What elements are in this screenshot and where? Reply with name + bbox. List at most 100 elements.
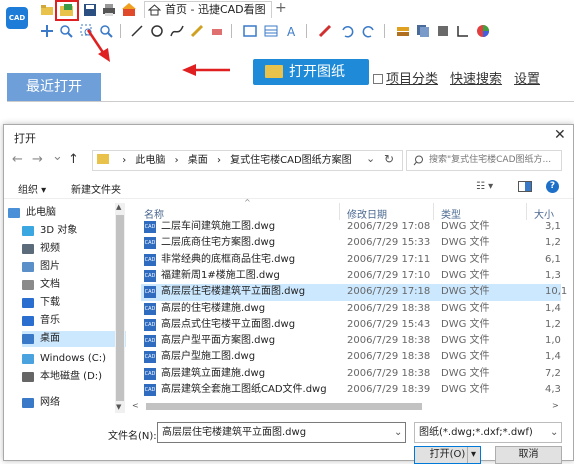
open-drawing-label: 打开图纸 — [289, 64, 345, 80]
pencil-icon[interactable] — [190, 24, 204, 38]
open-button[interactable]: 打开(O) ▾ — [414, 446, 481, 464]
file-row[interactable]: CAD 高层户型平面方案图.dwg 2006/7/29 18:38 DWG 文件 1,0 — [141, 333, 561, 350]
print-icon[interactable] — [102, 3, 116, 17]
nav-item-label: 文档 — [40, 279, 60, 290]
organize-button[interactable]: 组织 ▾ — [18, 181, 46, 196]
recent-locations-icon[interactable]: ⌄ — [52, 149, 63, 164]
text-icon[interactable]: A — [285, 24, 299, 38]
filename-dropdown-icon[interactable]: ⌄ — [394, 423, 402, 442]
circle-icon[interactable] — [150, 24, 164, 38]
nav-item[interactable]: Windows (C:) — [22, 351, 126, 367]
line-icon[interactable] — [130, 24, 144, 38]
scroll-up-icon[interactable]: ▲ — [116, 203, 121, 211]
quick-search-link[interactable]: 快速搜索 — [450, 68, 502, 87]
color-wheel-icon[interactable] — [476, 24, 490, 38]
cube-icon — [22, 226, 34, 236]
file-row[interactable]: CAD 二层车间建筑施工图.dwg 2006/7/29 17:08 DWG 文件 3,1 — [141, 219, 561, 236]
folder-open-icon[interactable] — [40, 3, 54, 17]
save-icon[interactable] — [83, 3, 97, 17]
breadcrumb-desktop[interactable]: 桌面 — [188, 155, 208, 166]
file-row[interactable]: CAD 非常经典的底框商品住宅.dwg 2006/7/29 17:11 DWG 文件 6… — [141, 252, 561, 269]
scroll-left-icon[interactable]: < — [132, 401, 139, 410]
polyline-icon[interactable] — [170, 24, 184, 38]
nav-scrollbar-thumb[interactable] — [116, 215, 124, 401]
cad-file-icon: CAD — [144, 351, 156, 364]
file-row[interactable]: CAD 高层建筑立面建施.dwg 2006/7/29 18:38 DWG 文件 7,2 — [141, 366, 561, 383]
project-category-checkbox[interactable]: 项目分类 — [373, 68, 438, 87]
forward-arrow-icon[interactable]: → — [32, 152, 43, 167]
file-row[interactable]: CAD 高层的住宅楼建施.dwg 2006/7/29 18:38 DWG 文件 1,4 — [141, 301, 561, 318]
block-icon[interactable] — [436, 24, 450, 38]
close-icon[interactable]: ✕ — [554, 127, 566, 143]
filename-input[interactable]: 高层层住宅楼建筑平立面图.dwg ⌄ — [157, 422, 406, 443]
open-drawing-button[interactable]: 打开图纸 — [253, 59, 369, 85]
up-arrow-icon[interactable]: ↑ — [68, 152, 79, 167]
nav-item[interactable]: 3D 对象 — [22, 223, 126, 239]
file-name: 高层的住宅楼建施.dwg — [161, 302, 266, 314]
file-row[interactable]: CAD 高层点式住宅楼平立面图.dwg 2006/7/29 15:43 DWG 文件 1… — [141, 317, 561, 334]
file-name: 二层底商住宅方案图.dwg — [161, 237, 276, 249]
redo-icon[interactable] — [362, 24, 376, 38]
measure-icon[interactable] — [456, 24, 470, 38]
eraser-icon[interactable] — [210, 24, 224, 38]
copy-icon[interactable] — [416, 24, 430, 38]
file-type: DWG 文件 — [441, 318, 490, 330]
cad-file-icon: CAD — [144, 335, 156, 348]
preview-pane-icon[interactable] — [518, 181, 532, 192]
file-row[interactable]: CAD 福建新周1#楼施工图.dwg 2006/7/29 17:10 DWG 文件 1,… — [141, 268, 561, 285]
hscrollbar-thumb[interactable] — [146, 403, 422, 410]
file-row[interactable]: CAD 高层户型施工图.dwg 2006/7/29 18:38 DWG 文件 1,4 — [141, 349, 561, 366]
rectangle-icon[interactable] — [243, 24, 257, 38]
view-options-icon[interactable]: ☷ ▾ — [476, 181, 493, 192]
tab-title: 首页 - 迅捷CAD看图 — [165, 3, 266, 16]
sort-caret-icon: ^ — [244, 198, 251, 207]
file-type: DWG 文件 — [441, 335, 490, 347]
back-arrow-icon[interactable]: ← — [12, 152, 23, 167]
nav-item[interactable]: 桌面 — [22, 331, 126, 347]
home-color-icon[interactable] — [122, 3, 136, 17]
file-type-select[interactable]: 图纸(*.dwg;*.dxf;*.dwf) ⌄ — [414, 422, 562, 443]
checkbox-box[interactable] — [373, 74, 383, 84]
nav-item[interactable]: 网络 — [22, 395, 126, 411]
undo-icon[interactable] — [340, 24, 354, 38]
breadcrumb-sep: › — [122, 155, 127, 166]
nav-item[interactable]: 下载 — [22, 295, 126, 311]
scroll-down-icon[interactable]: ▼ — [116, 403, 121, 411]
nav-item[interactable]: 文档 — [22, 277, 126, 293]
settings-link[interactable]: 设置 — [514, 68, 540, 87]
breadcrumb-this-pc[interactable]: 此电脑 — [135, 155, 165, 166]
refresh-icon[interactable]: ↻ — [384, 152, 394, 166]
nav-item[interactable]: 视频 — [22, 241, 126, 257]
nav-item-label: 音乐 — [40, 315, 60, 326]
tab-recent[interactable]: 最近打开 — [7, 73, 101, 101]
nav-item[interactable]: 此电脑 — [8, 205, 112, 221]
file-row[interactable]: CAD 高层层住宅楼建筑平立面图.dwg 2006/7/29 17:18 DWG 文件… — [141, 284, 567, 301]
nav-item[interactable]: 本地磁盘 (D:) — [22, 369, 126, 385]
nav-item-label: 本地磁盘 (D:) — [40, 371, 103, 382]
arrow-left-annotation — [182, 64, 230, 76]
cancel-button[interactable]: 取消 — [495, 446, 562, 464]
cad-file-icon: CAD — [144, 286, 156, 299]
tab-home[interactable]: 首页 - 迅捷CAD看图 — [144, 1, 272, 18]
file-name: 高层建筑立面建施.dwg — [161, 367, 266, 379]
breadcrumb-folder[interactable]: 复式住宅楼CAD图纸方案图 — [230, 155, 352, 166]
address-dropdown-icon[interactable]: ⌄ — [366, 152, 375, 165]
file-row[interactable]: CAD 二层底商住宅方案图.dwg 2006/7/29 15:33 DWG 文件 1,2 — [141, 235, 561, 252]
nav-item-label: 下载 — [40, 297, 60, 308]
new-folder-button[interactable]: 新建文件夹 — [71, 181, 121, 196]
scroll-right-icon[interactable]: > — [552, 401, 559, 410]
nav-item[interactable]: 图片 — [22, 259, 126, 275]
toolbar-divider — [306, 24, 307, 38]
zoom-in-icon[interactable] — [59, 24, 73, 38]
new-tab-button[interactable]: + — [275, 0, 287, 16]
layers-icon[interactable] — [396, 24, 410, 38]
address-bar[interactable]: › 此电脑 › 桌面 › 复式住宅楼CAD图纸方案图 — [92, 150, 403, 171]
nav-item[interactable]: 音乐 — [22, 313, 126, 329]
table-icon[interactable] — [264, 24, 278, 38]
search-input[interactable]: 搜索"复式住宅楼CAD图纸方... — [406, 150, 562, 171]
file-row[interactable]: CAD 高层建筑全套施工图纸CAD文件.dwg 2006/7/29 18:39 DWG… — [141, 382, 561, 399]
pan-icon[interactable] — [40, 24, 54, 38]
project-category-label[interactable]: 项目分类 — [386, 72, 438, 87]
erase-red-icon[interactable] — [318, 24, 332, 38]
help-icon[interactable]: ? — [546, 180, 559, 193]
